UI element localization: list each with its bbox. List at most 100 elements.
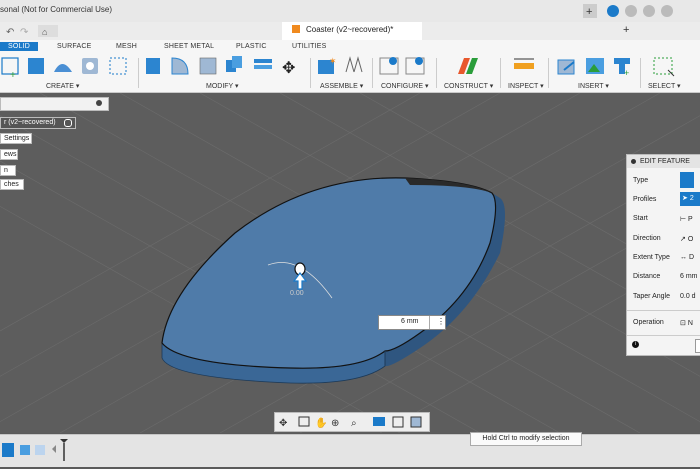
browser-item-origin[interactable]: n [0, 165, 16, 176]
fillet-icon [171, 57, 189, 75]
inspect-label: INSPECT [508, 83, 539, 90]
zoom-icon: ⊕ [331, 418, 339, 429]
construct-menu[interactable]: CONSTRUCT ▾ [444, 82, 493, 90]
select-icon[interactable] [652, 54, 678, 80]
taper-angle-label: Taper Angle [633, 293, 670, 300]
assemble-tools[interactable]: ✶ [316, 54, 366, 80]
play-icon [52, 445, 56, 453]
tab-mesh[interactable]: MESH [116, 43, 137, 50]
insert-label: INSERT [578, 83, 604, 90]
grid-and-model[interactable]: 0.00 [0, 93, 700, 433]
undo-redo[interactable]: ↶ ↷ ⌂ [4, 25, 60, 37]
distance-input[interactable]: 6 mm ⋮ [378, 315, 446, 330]
inspect-menu[interactable]: INSPECT ▾ [508, 82, 544, 90]
display-settings-icon [373, 417, 385, 426]
modify-tools[interactable]: ✥ [144, 54, 304, 80]
ribbon-toolbar: SOLID SURFACE MESH SHEET METAL PLASTIC U… [0, 40, 700, 93]
undo-icon: ↶ [6, 27, 14, 37]
user-icon [661, 5, 673, 17]
insert-tools[interactable]: + [556, 54, 638, 80]
insert-derive-icon [557, 59, 575, 75]
extrude-feature-icon [20, 445, 30, 455]
document-title: Coaster (v2~recovered)* [306, 25, 394, 34]
configure-label: CONFIGURE [381, 83, 423, 90]
distance-value[interactable]: 6 mm [680, 273, 698, 280]
marker-icon [60, 439, 68, 443]
extent-type-value[interactable]: ↔ D [680, 254, 694, 261]
divider [548, 58, 549, 88]
timeline [0, 434, 700, 467]
direction-value[interactable]: ↗ O [680, 235, 693, 243]
navigation-bar: ✥ ✋ ⊕ ⌕ [274, 412, 430, 432]
browser-item-views[interactable]: ews [0, 149, 18, 160]
configure-menu[interactable]: CONFIGURE ▾ [381, 82, 428, 90]
collapse-icon[interactable] [96, 100, 102, 106]
operation-text: N [687, 320, 693, 327]
assemble-menu[interactable]: ASSEMBLE ▾ [320, 82, 363, 90]
tab-utilities[interactable]: UTILITIES [292, 43, 326, 50]
create-tools[interactable]: + [0, 54, 135, 80]
tab-surface[interactable]: SURFACE [57, 43, 91, 50]
document-tab-bar: ↶ ↷ ⌂ Coaster (v2~recovered)* + [0, 22, 700, 41]
insert-menu[interactable]: INSERT ▾ [578, 82, 609, 90]
help-icon [643, 5, 655, 17]
window-controls[interactable]: + [583, 4, 693, 18]
tab-solid[interactable]: SOLID [0, 42, 39, 51]
start-value[interactable]: ⊢ P [680, 215, 693, 223]
extrude-icon [28, 58, 44, 74]
3d-viewport[interactable]: 0.00 [0, 93, 700, 433]
direction-text: O [687, 236, 694, 243]
measure-icon[interactable] [512, 54, 536, 80]
type-label: Type [633, 177, 649, 184]
browser-header [0, 97, 109, 111]
taper-angle-value[interactable]: 0.0 d [680, 293, 696, 300]
distance-label: Distance [633, 273, 661, 280]
offset-plane-icon[interactable] [456, 54, 480, 80]
joint-icon [345, 56, 363, 73]
create-menu[interactable]: CREATE ▾ [46, 82, 79, 90]
tab-sheet-metal[interactable]: SHEET METAL [164, 43, 214, 50]
document-tab[interactable]: Coaster (v2~recovered)* [282, 22, 422, 40]
svg-text:+: + [624, 68, 629, 78]
browser-item-sketches[interactable]: ches [0, 179, 24, 190]
nav-tools[interactable]: ✥ ✋ ⊕ ⌕ [275, 413, 429, 431]
timeline-controls[interactable] [0, 435, 120, 467]
select-label: SELECT [648, 83, 676, 90]
info-icon[interactable]: i [632, 341, 639, 348]
type-button[interactable] [680, 172, 694, 188]
operation-label: Operation [633, 319, 664, 326]
orbit-icon: ✥ [279, 418, 287, 429]
create-label: CREATE [46, 83, 74, 90]
radio-icon[interactable] [64, 119, 72, 127]
app-title: sonal (Not for Commercial Use) [0, 5, 113, 14]
divider [436, 58, 437, 88]
more-icon[interactable]: ⋮ [437, 317, 445, 326]
fit-icon: ⌕ [351, 418, 357, 429]
ok-button[interactable] [695, 339, 700, 353]
panel-dot-icon [631, 159, 636, 164]
pan-icon: ✋ [315, 416, 327, 429]
assemble-label: ASSEMBLE [320, 83, 358, 90]
shell-icon [254, 59, 272, 63]
mcmaster-icon [614, 58, 630, 64]
browser-item-settings[interactable]: Settings [0, 133, 32, 144]
selection-hint: Hold Ctrl to modify selection [470, 432, 582, 446]
svg-text:✶: ✶ [329, 56, 337, 66]
select-menu[interactable]: SELECT ▾ [648, 82, 681, 90]
configure-tools[interactable] [378, 54, 430, 80]
distance-input-value: 6 mm [401, 318, 419, 325]
browser-root[interactable]: r (v2~recovered) [0, 117, 76, 129]
revolve-icon [54, 64, 72, 72]
sketch-feature-icon [2, 443, 14, 457]
coaster-body [161, 177, 505, 384]
new-tab-icon[interactable]: + [623, 24, 629, 36]
profiles-label: Profiles [633, 196, 657, 203]
svg-text:+: + [586, 6, 592, 18]
viewports-icon [410, 416, 422, 428]
panel-title: EDIT FEATURE [640, 158, 690, 165]
tab-plastic[interactable]: PLASTIC [236, 43, 267, 50]
profiles-selector[interactable]: ➤ 2 [680, 192, 700, 206]
edit-feature-panel: EDIT FEATURE Type Profiles ➤ 2 Start ⊢ P… [626, 154, 700, 356]
modify-menu[interactable]: MODIFY ▾ [206, 82, 239, 90]
operation-value[interactable]: ⊡ N [680, 319, 693, 327]
